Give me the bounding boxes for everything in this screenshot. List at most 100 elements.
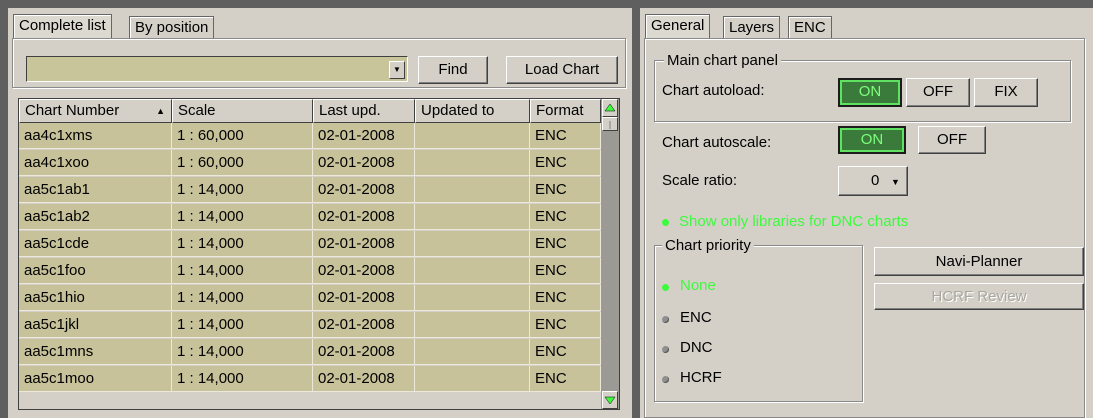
table-cell: 02-01-2008	[313, 150, 415, 176]
priority-dnc-label[interactable]: DNC	[680, 339, 713, 356]
priority-hcrf-radio-icon[interactable]	[662, 376, 669, 383]
table-cell: 1 : 14,000	[172, 258, 313, 284]
hcrf-review-button: HCRF Review	[874, 283, 1084, 310]
table-cell	[415, 366, 530, 392]
column-header-label: Last upd.	[319, 102, 381, 119]
table-scrollbar[interactable]	[601, 99, 619, 409]
table-cell: aa5c1foo	[19, 258, 172, 284]
table-cell: 02-01-2008	[313, 312, 415, 338]
table-cell: 1 : 60,000	[172, 150, 313, 176]
main-chart-panel-title: Main chart panel	[664, 52, 781, 69]
tab-layers[interactable]: Layers	[723, 16, 781, 38]
table-cell: 1 : 14,000	[172, 312, 313, 338]
scroll-up-button[interactable]	[602, 99, 618, 117]
table-cell: aa4c1xms	[19, 123, 172, 149]
scroll-down-button[interactable]	[602, 391, 618, 409]
table-cell: ENC	[530, 204, 601, 230]
table-cell	[415, 285, 530, 311]
column-header[interactable]: Updated to	[415, 99, 530, 123]
table-row[interactable]: aa5c1hio 1 : 14,000 02-01-2008 ENC	[19, 285, 601, 311]
table-row[interactable]: aa5c1ab1 1 : 14,000 02-01-2008 ENC	[19, 177, 601, 203]
table-cell: 02-01-2008	[313, 177, 415, 203]
table-cell: 1 : 14,000	[172, 366, 313, 392]
table-cell: 02-01-2008	[313, 339, 415, 365]
table-cell: 02-01-2008	[313, 204, 415, 230]
priority-dnc-radio-icon[interactable]	[662, 346, 669, 353]
scale-ratio-select[interactable]: 0 ▼	[838, 166, 908, 196]
dnc-libraries-radio-icon[interactable]	[662, 219, 669, 226]
table-row[interactable]: aa5c1moo 1 : 14,000 02-01-2008 ENC	[19, 366, 601, 392]
table-cell: ENC	[530, 366, 601, 392]
table-row[interactable]: aa5c1foo 1 : 14,000 02-01-2008 ENC	[19, 258, 601, 284]
table-cell: ENC	[530, 177, 601, 203]
autoload-fix-button[interactable]: FIX	[974, 78, 1038, 107]
table-cell: aa4c1xoo	[19, 150, 172, 176]
arrow-down-icon	[604, 396, 616, 405]
table-cell: aa5c1ab2	[19, 204, 172, 230]
dnc-libraries-label[interactable]: Show only libraries for DNC charts	[679, 213, 908, 230]
table-cell: 02-01-2008	[313, 285, 415, 311]
scroll-thumb[interactable]	[602, 117, 618, 131]
table-cell: 1 : 14,000	[172, 231, 313, 257]
table-cell: ENC	[530, 231, 601, 257]
priority-hcrf-label[interactable]: HCRF	[680, 369, 722, 386]
navi-planner-button[interactable]: Navi-Planner	[874, 247, 1084, 276]
autoload-on-button[interactable]: ON	[838, 78, 902, 107]
tab-general[interactable]: General	[645, 14, 711, 38]
column-header[interactable]: Format	[530, 99, 601, 123]
column-header-label: Chart Number	[25, 102, 120, 119]
find-button[interactable]: Find	[418, 56, 488, 84]
chevron-down-icon: ▼	[891, 177, 900, 187]
table-row[interactable]: aa5c1mns 1 : 14,000 02-01-2008 ENC	[19, 339, 601, 365]
table-cell: ENC	[530, 258, 601, 284]
table-cell	[415, 231, 530, 257]
priority-none-radio-icon[interactable]	[662, 284, 669, 291]
column-header[interactable]: Chart Number ▲	[19, 99, 172, 123]
grip-icon	[609, 121, 611, 129]
table-row[interactable]: aa4c1xoo 1 : 60,000 02-01-2008 ENC	[19, 150, 601, 176]
table-cell: aa5c1ab1	[19, 177, 172, 203]
table-row[interactable]: aa5c1jkl 1 : 14,000 02-01-2008 ENC	[19, 312, 601, 338]
table-row[interactable]: aa5c1cde 1 : 14,000 02-01-2008 ENC	[19, 231, 601, 257]
column-header[interactable]: Last upd.	[313, 99, 415, 123]
priority-enc-radio-icon[interactable]	[662, 316, 669, 323]
table-cell	[415, 312, 530, 338]
column-header-label: Updated to	[421, 102, 495, 119]
table-row[interactable]: aa4c1xms 1 : 60,000 02-01-2008 ENC	[19, 123, 601, 149]
chart-search-combo[interactable]: ▼	[26, 56, 408, 82]
priority-none-label[interactable]: None	[680, 277, 716, 294]
load-chart-button[interactable]: Load Chart	[506, 56, 618, 84]
chart-list-panel: Complete list By position ▼ Find Load Ch…	[8, 8, 632, 418]
table-cell: ENC	[530, 285, 601, 311]
table-cell: 1 : 14,000	[172, 285, 313, 311]
scale-ratio-label: Scale ratio:	[662, 172, 738, 189]
scale-ratio-value: 0	[871, 172, 880, 189]
table-cell	[415, 177, 530, 203]
priority-enc-label[interactable]: ENC	[680, 309, 712, 326]
table-cell: ENC	[530, 150, 601, 176]
autoload-off-button[interactable]: OFF	[906, 78, 970, 107]
table-cell: ENC	[530, 339, 601, 365]
column-header[interactable]: Scale	[172, 99, 313, 123]
dropdown-arrow-icon[interactable]: ▼	[389, 61, 405, 79]
autoscale-off-button[interactable]: OFF	[918, 126, 986, 154]
chart-table: Chart Number ▲ Scale Last upd. Updated to For…	[18, 98, 620, 410]
arrow-up-icon	[604, 103, 616, 112]
settings-panel: General Layers ENC Main chart panel Char…	[640, 8, 1093, 418]
table-cell: aa5c1hio	[19, 285, 172, 311]
table-cell: aa5c1moo	[19, 366, 172, 392]
table-cell	[415, 339, 530, 365]
tab-complete-list[interactable]: Complete list	[13, 14, 112, 38]
column-header-label: Scale	[178, 102, 216, 119]
tab-by-position[interactable]: By position	[129, 16, 215, 38]
autoscale-on-button[interactable]: ON	[838, 126, 906, 154]
tab-enc[interactable]: ENC	[788, 16, 832, 38]
table-cell: aa5c1mns	[19, 339, 172, 365]
table-cell: 02-01-2008	[313, 366, 415, 392]
table-row[interactable]: aa5c1ab2 1 : 14,000 02-01-2008 ENC	[19, 204, 601, 230]
table-cell	[415, 204, 530, 230]
table-cell: 1 : 14,000	[172, 204, 313, 230]
table-cell: aa5c1jkl	[19, 312, 172, 338]
table-cell: 1 : 60,000	[172, 123, 313, 149]
table-cell	[415, 123, 530, 149]
